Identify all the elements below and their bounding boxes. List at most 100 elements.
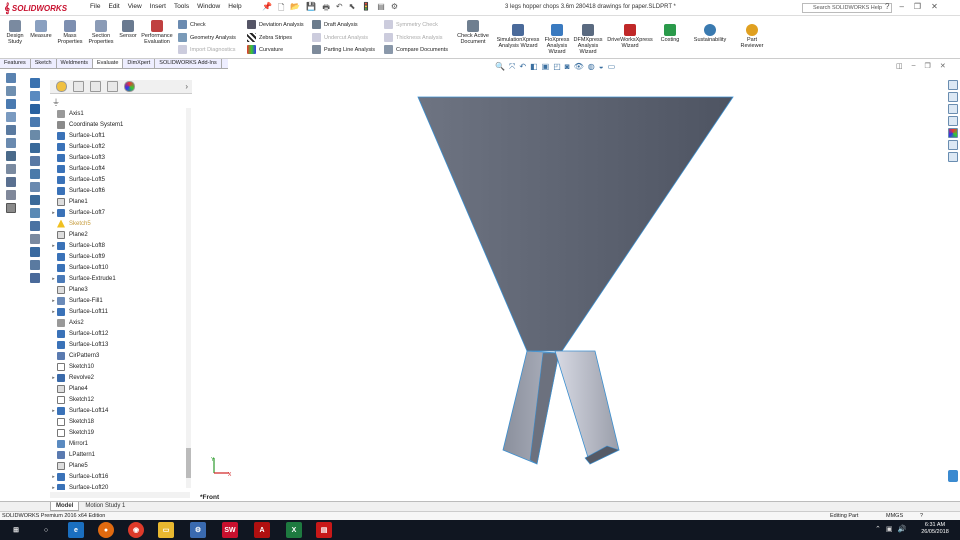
pin-icon[interactable]: 📌 bbox=[262, 2, 272, 16]
edit-appearance-toggle-icon[interactable]: ◍ bbox=[588, 62, 595, 72]
viewport-restore-icon[interactable]: ❐ bbox=[925, 62, 931, 70]
rib-icon[interactable] bbox=[30, 182, 40, 192]
shell-icon[interactable] bbox=[30, 169, 40, 179]
apply-scene-toggle-icon[interactable]: ◒ bbox=[599, 62, 604, 72]
tab-evaluate[interactable]: Evaluate bbox=[92, 59, 124, 68]
close-button[interactable]: ✕ bbox=[931, 2, 938, 11]
excel-icon[interactable]: X bbox=[286, 522, 302, 538]
expand-arrow-icon[interactable]: ▸ bbox=[50, 485, 57, 491]
help-icon[interactable]: ? bbox=[885, 2, 889, 11]
tree-item[interactable]: Sketch10 bbox=[50, 361, 190, 372]
bottom-tab-model[interactable]: Model bbox=[50, 502, 80, 511]
tree-item[interactable]: Axis2 bbox=[50, 317, 190, 328]
tree-item[interactable]: Plane2 bbox=[50, 229, 190, 240]
menu-help[interactable]: Help bbox=[228, 3, 241, 10]
firefox-icon[interactable]: ● bbox=[98, 522, 114, 538]
tree-item[interactable]: Coordinate System1 bbox=[50, 119, 190, 130]
tree-item[interactable]: Sketch19 bbox=[50, 427, 190, 438]
tray-expand-icon[interactable]: ⌃ bbox=[875, 525, 881, 533]
solidworks-taskbar-icon[interactable]: SW bbox=[222, 522, 238, 538]
options-icon[interactable]: ⚙ bbox=[391, 2, 398, 16]
geometry-analysis-button[interactable]: Geometry Analysis bbox=[178, 33, 236, 42]
tab-solidworks-add-ins[interactable]: SOLIDWORKS Add-Ins bbox=[155, 59, 222, 68]
view-icon[interactable] bbox=[6, 73, 16, 83]
tree-item[interactable]: Surface-Loft12 bbox=[50, 328, 190, 339]
expand-arrow-icon[interactable]: ▸ bbox=[50, 298, 57, 304]
check-active-document-button[interactable]: Check Active Document bbox=[455, 20, 491, 45]
network-app-icon[interactable]: ⚙ bbox=[190, 522, 206, 538]
autocad-icon[interactable]: A bbox=[254, 522, 270, 538]
previous-view-icon[interactable]: ↶ bbox=[519, 62, 526, 72]
expand-arrow-icon[interactable]: ▸ bbox=[50, 210, 57, 216]
section-view-icon[interactable] bbox=[6, 99, 16, 109]
help-search-input[interactable]: Search SOLIDWORKS Help bbox=[802, 3, 892, 13]
expand-arrow-icon[interactable]: ▸ bbox=[50, 408, 57, 414]
tab-features[interactable]: Features bbox=[0, 59, 31, 68]
sustainability-button[interactable]: Sustainability bbox=[690, 24, 730, 43]
search-icon[interactable]: ○ bbox=[38, 522, 54, 538]
start-button[interactable]: ⊞ bbox=[8, 522, 24, 538]
new-document-icon[interactable]: 🗋 bbox=[278, 2, 284, 16]
tree-item[interactable]: Plane5 bbox=[50, 460, 190, 471]
edge-browser-icon[interactable]: e bbox=[68, 522, 84, 538]
simulationxpress-button[interactable]: SimulationXpress Analysis Wizard bbox=[495, 24, 541, 49]
zoom-to-fit-icon[interactable]: 🔍 bbox=[495, 62, 505, 72]
tree-item[interactable]: Plane3 bbox=[50, 284, 190, 295]
tree-item[interactable]: ▸ Surface-Loft16 bbox=[50, 471, 190, 482]
feature-tree-hscrollbar[interactable] bbox=[50, 492, 190, 498]
network-icon[interactable]: ▣ bbox=[886, 525, 893, 533]
graphics-area[interactable] bbox=[195, 70, 947, 504]
sensor-button[interactable]: Sensor bbox=[117, 20, 139, 39]
tree-item[interactable]: LPattern1 bbox=[50, 449, 190, 460]
print-icon[interactable]: 🖶 bbox=[322, 2, 330, 16]
tree-item[interactable]: ▸ Surface-Loft7 bbox=[50, 207, 190, 218]
solidworks-logo[interactable]: 𝄞 SOLIDWORKS bbox=[4, 1, 67, 15]
tree-item[interactable]: Axis1 bbox=[50, 108, 190, 119]
panel-expand-icon[interactable]: › bbox=[185, 82, 188, 91]
symmetry-check-button[interactable]: Symmetry Check bbox=[384, 20, 438, 29]
filter-icon[interactable]: ⏚ bbox=[52, 97, 60, 107]
menu-file[interactable]: File bbox=[90, 3, 100, 10]
tree-item[interactable]: Plane4 bbox=[50, 383, 190, 394]
chrome-icon[interactable]: ◉ bbox=[128, 522, 144, 538]
tree-item[interactable]: Sketch5 bbox=[50, 218, 190, 229]
bottom-tab-motion-study-1[interactable]: Motion Study 1 bbox=[80, 502, 130, 511]
section-view-toggle-icon[interactable]: ◧ bbox=[530, 62, 538, 72]
tree-item[interactable]: ▸ Surface-Loft11 bbox=[50, 306, 190, 317]
tree-item[interactable]: Surface-Loft10 bbox=[50, 262, 190, 273]
custom-properties-icon[interactable] bbox=[948, 140, 958, 150]
feature-manager-tab-icon[interactable] bbox=[56, 81, 67, 92]
zebra-stripes-button[interactable]: Zebra Stripes bbox=[247, 33, 292, 42]
taskbar-clock[interactable]: 6:31 AM 26/05/2018 bbox=[917, 522, 953, 536]
costing-button[interactable]: Costing bbox=[656, 24, 684, 43]
tab-weldments[interactable]: Weldments bbox=[57, 59, 93, 68]
appearances-icon[interactable] bbox=[948, 128, 958, 138]
intersect-icon[interactable] bbox=[30, 221, 40, 231]
file-properties-icon[interactable]: ▤ bbox=[377, 2, 385, 16]
save-icon[interactable]: 💾 bbox=[306, 2, 316, 16]
draft-icon[interactable] bbox=[30, 195, 40, 205]
mirror-icon[interactable] bbox=[30, 247, 40, 257]
tree-item[interactable]: Sketch18 bbox=[50, 416, 190, 427]
sweep-icon[interactable] bbox=[30, 104, 40, 114]
tree-item[interactable]: ▸ Surface-Loft20 bbox=[50, 482, 190, 490]
deviation-analysis-button[interactable]: Deviation Analysis bbox=[247, 20, 304, 29]
performance-evaluation-button[interactable]: Performance Evaluation bbox=[140, 20, 174, 45]
chamfer-icon[interactable] bbox=[30, 156, 40, 166]
zoom-to-area-icon[interactable]: ⤧ bbox=[509, 62, 515, 72]
draft-analysis-button[interactable]: Draft Analysis bbox=[312, 20, 358, 29]
minimize-button[interactable]: – bbox=[899, 2, 903, 11]
view-settings-icon[interactable] bbox=[6, 151, 16, 161]
expand-arrow-icon[interactable]: ▸ bbox=[50, 243, 57, 249]
menu-edit[interactable]: Edit bbox=[108, 3, 119, 10]
expand-arrow-icon[interactable]: ▸ bbox=[50, 309, 57, 315]
dynamic-annotation-icon[interactable]: ▣ bbox=[542, 62, 550, 72]
solidworks-resources-icon[interactable] bbox=[948, 80, 958, 90]
dimxpert-manager-tab-icon[interactable] bbox=[107, 81, 118, 92]
feature-tree-scrollbar[interactable] bbox=[186, 108, 191, 488]
tree-item[interactable]: Surface-Loft13 bbox=[50, 339, 190, 350]
tree-item[interactable]: ▸ Surface-Extrude1 bbox=[50, 273, 190, 284]
tab-dimxpert[interactable]: DimXpert bbox=[123, 59, 156, 68]
task-pane-toggle-icon[interactable] bbox=[948, 470, 958, 482]
solidworks-forum-icon[interactable] bbox=[948, 152, 958, 162]
